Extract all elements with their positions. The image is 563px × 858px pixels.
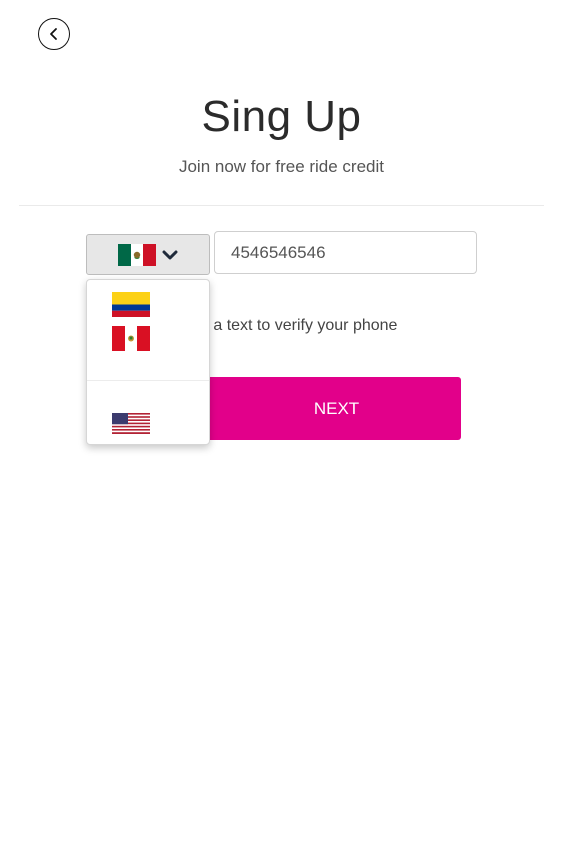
usa-flag-icon [112,413,150,434]
mexico-flag-icon [118,243,156,266]
signup-screen: Sing Up Join now for free ride credit d … [0,0,563,858]
phone-input[interactable] [214,231,477,274]
colombia-flag-icon [112,292,150,317]
dropdown-option-colombia[interactable] [112,292,150,317]
country-code-select[interactable] [86,234,210,275]
dropdown-divider [87,380,209,381]
country-dropdown [86,279,210,445]
dropdown-option-peru[interactable] [112,326,150,351]
dropdown-option-usa[interactable] [112,413,150,434]
chevron-left-icon [50,28,57,40]
page-subtitle: Join now for free ride credit [178,157,385,176]
verify-helper-text: d a text to verify your phone [200,317,398,334]
back-button[interactable] [38,18,70,50]
peru-flag-icon [112,326,150,351]
next-button[interactable]: NEXT [200,377,461,440]
page-title: Sing Up [201,92,362,141]
chevron-down-icon [162,250,178,259]
header-divider [19,205,544,206]
